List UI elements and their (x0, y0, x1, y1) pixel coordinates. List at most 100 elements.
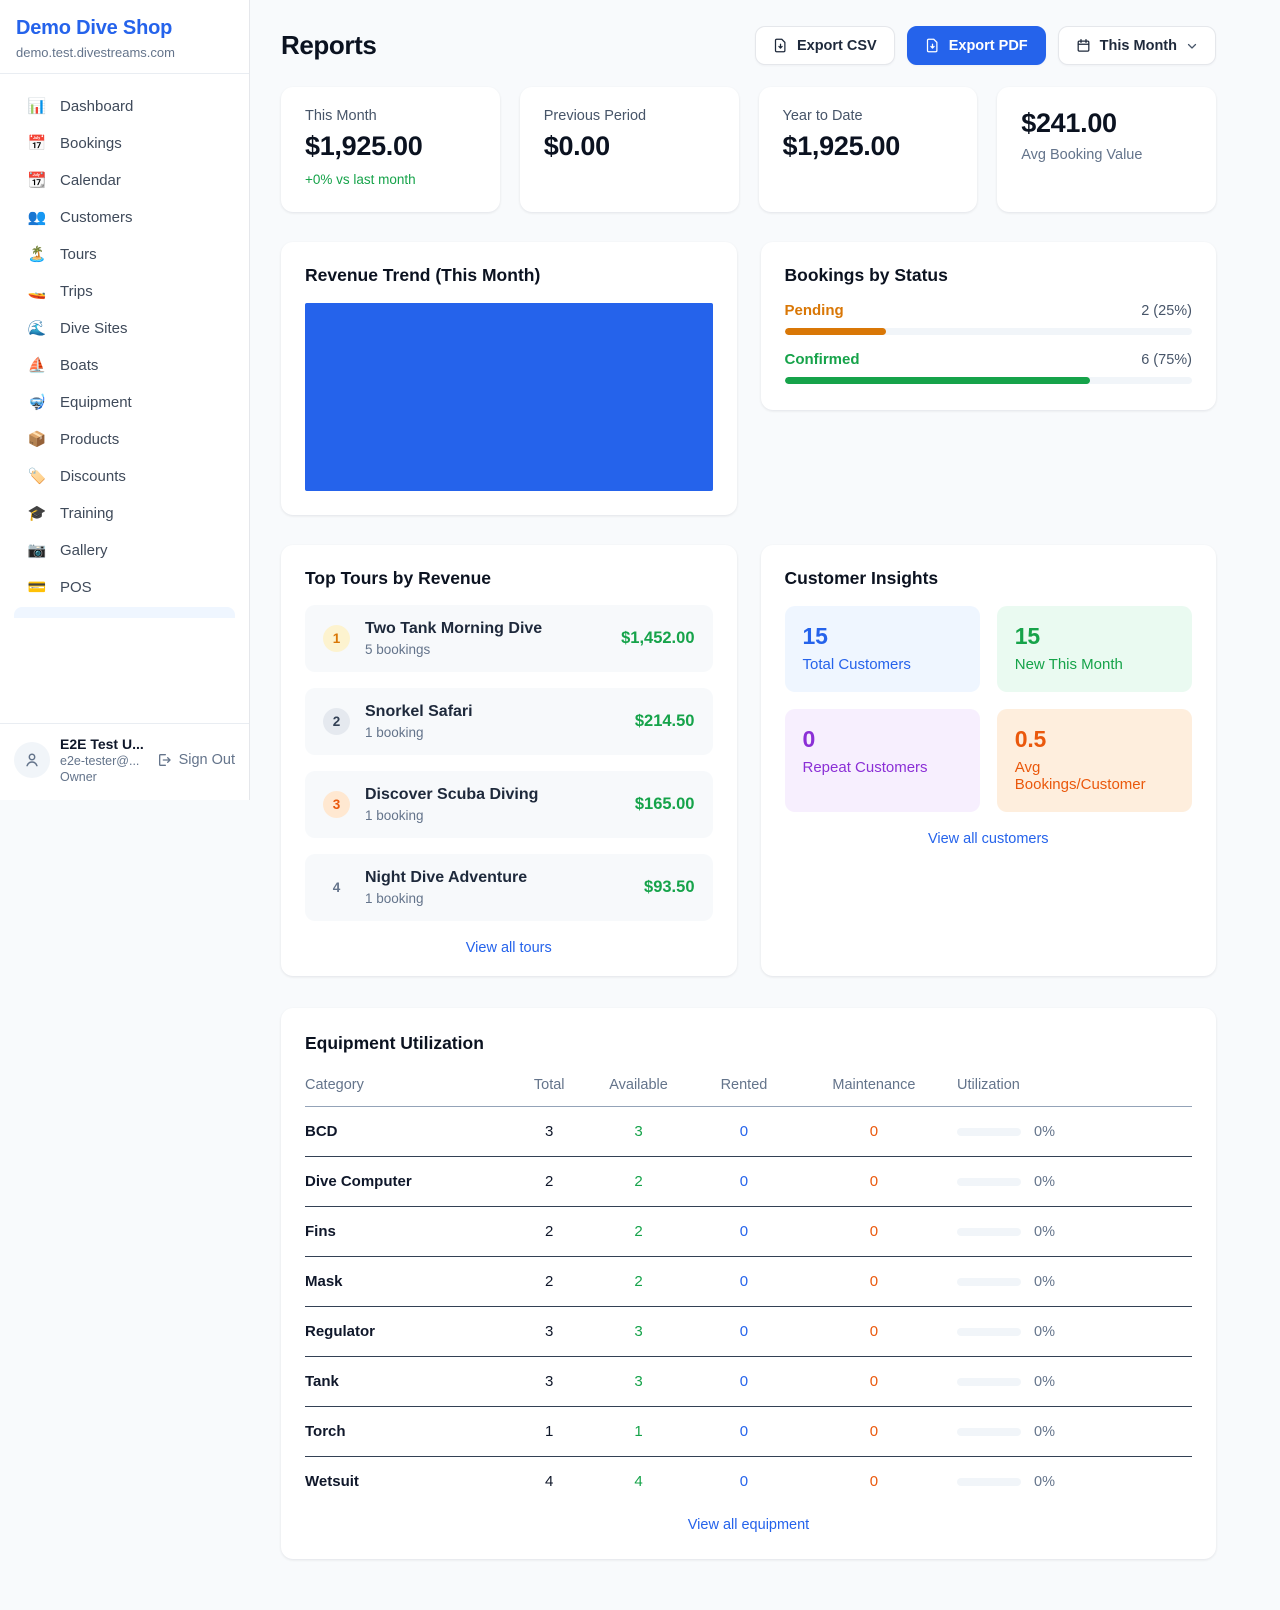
tour-bookings: 1 booking (365, 891, 629, 906)
view-all-customers-link[interactable]: View all customers (785, 831, 1193, 847)
export-pdf-button[interactable]: Export PDF (907, 26, 1046, 65)
view-all-tours-link[interactable]: View all tours (305, 940, 713, 956)
sidebar-item-pos[interactable]: 💳 POS (14, 569, 235, 606)
tour-row-4[interactable]: 4 Night Dive Adventure 1 booking $93.50 (305, 854, 713, 921)
cell-available: 2 (580, 1157, 697, 1207)
sidebar-item-label: Calendar (60, 172, 121, 189)
sidebar-item-dive-sites[interactable]: 🌊 Dive Sites (14, 310, 235, 347)
tour-revenue: $1,452.00 (621, 629, 694, 648)
tour-name: Discover Scuba Diving (365, 786, 620, 804)
cell-utilization: 0% (957, 1257, 1192, 1307)
sailboat-icon: ⛵ (27, 358, 47, 373)
sidebar-item-label: Tours (60, 246, 97, 263)
person-icon (23, 751, 41, 769)
sidebar-item-tours[interactable]: 🏝️ Tours (14, 236, 235, 273)
tile-label: Repeat Customers (803, 759, 962, 776)
cell-total: 2 (519, 1257, 580, 1307)
sign-out-label: Sign Out (179, 752, 235, 768)
utilization-track (957, 1478, 1021, 1486)
sidebar-item-label: Discounts (60, 468, 126, 485)
wave-icon: 🌊 (27, 321, 47, 336)
stat-cards: This Month $1,925.00 +0% vs last month P… (281, 87, 1216, 212)
sidebar-item-gallery[interactable]: 📷 Gallery (14, 532, 235, 569)
cell-category: Mask (305, 1257, 519, 1307)
period-label: This Month (1100, 38, 1177, 54)
cell-total: 2 (519, 1157, 580, 1207)
sign-out-button[interactable]: Sign Out (156, 752, 235, 768)
sidebar-item-bookings[interactable]: 📅 Bookings (14, 125, 235, 162)
progress-track (785, 328, 1193, 335)
sidebar-item-boats[interactable]: ⛵ Boats (14, 347, 235, 384)
logout-icon (156, 752, 172, 768)
sidebar-item-label: Dashboard (60, 98, 133, 115)
sidebar-item-training[interactable]: 🎓 Training (14, 495, 235, 532)
page-title: Reports (281, 30, 376, 61)
tile-label: New This Month (1015, 656, 1174, 673)
cell-available: 2 (580, 1257, 697, 1307)
sidebar-item-equipment[interactable]: 🤿 Equipment (14, 384, 235, 421)
sidebar-item-customers[interactable]: 👥 Customers (14, 199, 235, 236)
sidebar-item-label: Gallery (60, 542, 108, 559)
user-email: e2e-tester@... (60, 754, 146, 768)
tour-row-1[interactable]: 1 Two Tank Morning Dive 5 bookings $1,45… (305, 605, 713, 672)
cell-utilization: 0% (957, 1207, 1192, 1257)
people-icon: 👥 (27, 210, 47, 225)
bar-chart-icon: 📊 (27, 99, 47, 114)
status-count: 2 (25%) (1141, 303, 1192, 319)
cell-available: 2 (580, 1207, 697, 1257)
col-total: Total (519, 1068, 580, 1107)
stat-card-this-month: This Month $1,925.00 +0% vs last month (281, 87, 500, 212)
charts-row: Revenue Trend (This Month) Bookings by S… (281, 242, 1216, 515)
cell-total: 1 (519, 1407, 580, 1457)
cell-available: 1 (580, 1407, 697, 1457)
cell-utilization: 0% (957, 1357, 1192, 1407)
rank-badge: 3 (323, 791, 350, 818)
utilization-track (957, 1128, 1021, 1136)
cell-maintenance: 0 (791, 1457, 957, 1499)
sidebar-item-dashboard[interactable]: 📊 Dashboard (14, 88, 235, 125)
utilization-percent: 0% (1034, 1124, 1055, 1140)
sidebar-item-trips[interactable]: 🚤 Trips (14, 273, 235, 310)
cell-category: Tank (305, 1357, 519, 1407)
period-dropdown[interactable]: This Month (1058, 26, 1216, 65)
tear-calendar-icon: 📆 (27, 173, 47, 188)
sidebar-item-label: Bookings (60, 135, 122, 152)
cell-category: Dive Computer (305, 1157, 519, 1207)
cell-rented: 0 (697, 1307, 791, 1357)
sidebar-item-products[interactable]: 📦 Products (14, 421, 235, 458)
equipment-table: Category Total Available Rented Maintena… (305, 1068, 1192, 1498)
sidebar-item-label: Customers (60, 209, 133, 226)
rank-badge: 1 (323, 625, 350, 652)
table-row: Regulator 3 3 0 0 0% (305, 1307, 1192, 1357)
tour-row-3[interactable]: 3 Discover Scuba Diving 1 booking $165.0… (305, 771, 713, 838)
sidebar-item-reports-partial[interactable] (14, 607, 235, 618)
calendar-outline-icon (1076, 38, 1091, 53)
progress-track (785, 377, 1193, 384)
sidebar-item-label: Equipment (60, 394, 132, 411)
camera-icon: 📷 (27, 543, 47, 558)
sidebar-item-calendar[interactable]: 📆 Calendar (14, 162, 235, 199)
col-available: Available (580, 1068, 697, 1107)
export-csv-button[interactable]: Export CSV (755, 26, 895, 65)
cell-rented: 0 (697, 1357, 791, 1407)
revenue-trend-card: Revenue Trend (This Month) (281, 242, 737, 515)
avatar (14, 742, 50, 778)
cell-maintenance: 0 (791, 1257, 957, 1307)
stat-value: $241.00 (1021, 108, 1192, 139)
sidebar-nav: 📊 Dashboard 📅 Bookings 📆 Calendar 👥 Cust… (0, 74, 249, 723)
bookings-by-status-card: Bookings by Status Pending 2 (25%) Confi… (761, 242, 1217, 410)
user-panel: E2E Test U... e2e-tester@... Owner Sign … (0, 723, 249, 800)
island-icon: 🏝️ (27, 247, 47, 262)
stat-delta: +0% vs last month (305, 172, 476, 187)
stat-value: $0.00 (544, 131, 715, 162)
stat-label: This Month (305, 108, 476, 124)
insights-grid: 15 Total Customers 15 New This Month 0 R… (785, 606, 1193, 812)
sidebar-item-label: Dive Sites (60, 320, 128, 337)
speedboat-icon: 🚤 (27, 284, 47, 299)
tour-row-2[interactable]: 2 Snorkel Safari 1 booking $214.50 (305, 688, 713, 755)
sidebar-item-discounts[interactable]: 🏷️ Discounts (14, 458, 235, 495)
cell-maintenance: 0 (791, 1207, 957, 1257)
view-all-equipment-link[interactable]: View all equipment (305, 1517, 1192, 1533)
tile-label: Avg Bookings/Customer (1015, 759, 1174, 793)
cell-rented: 0 (697, 1457, 791, 1499)
